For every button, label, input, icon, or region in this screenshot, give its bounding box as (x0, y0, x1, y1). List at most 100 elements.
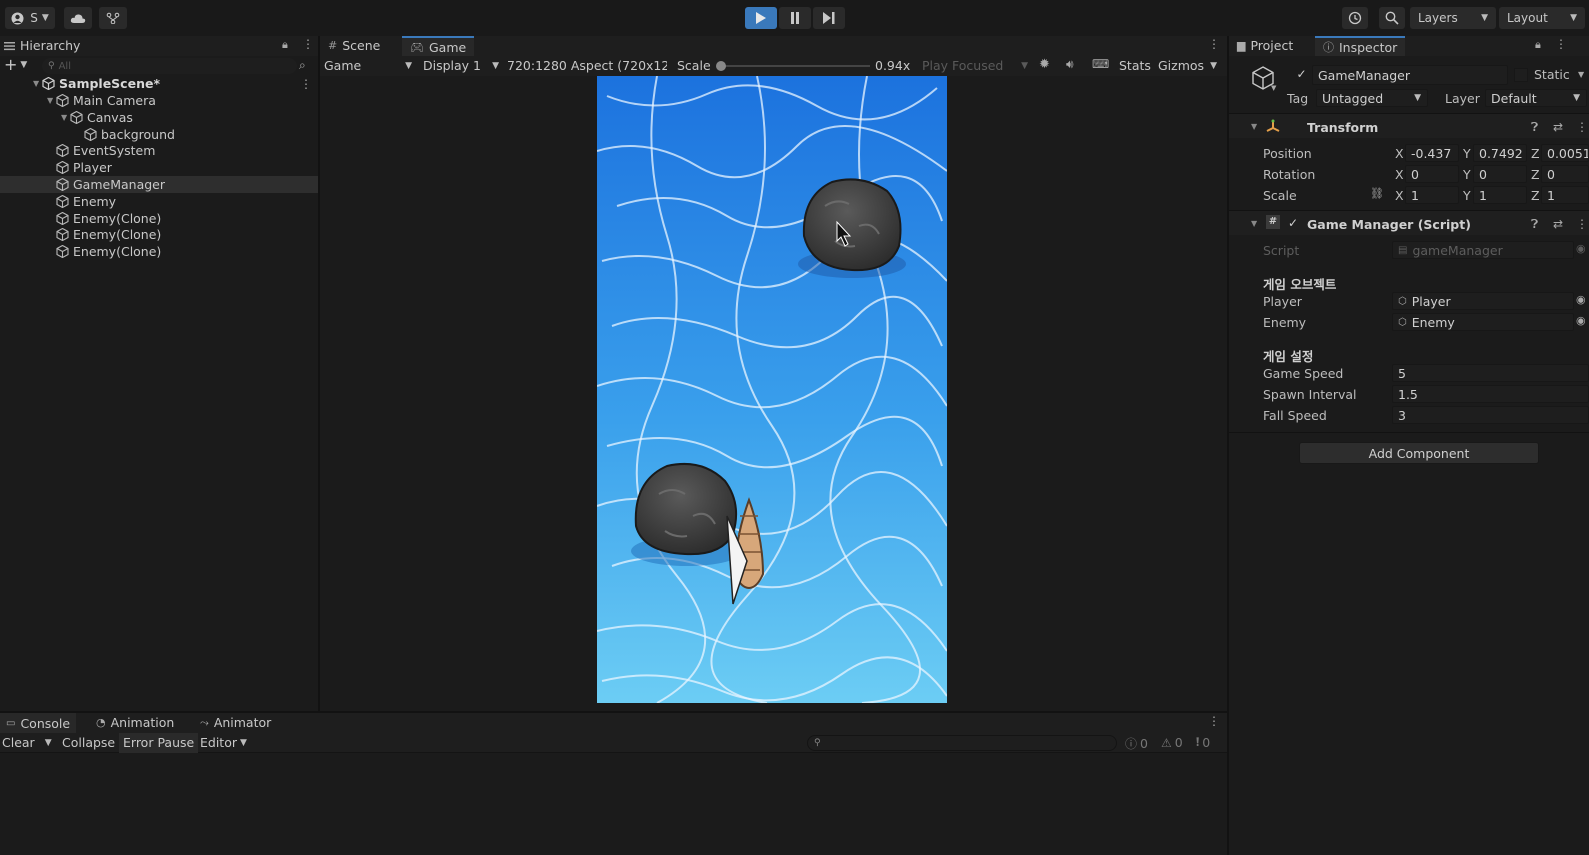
play-focused-dropdown[interactable]: Play Focused ▼ (922, 58, 1028, 73)
more-icon[interactable]: ⋮ (1208, 37, 1220, 51)
hierarchy-item[interactable]: background (0, 126, 318, 143)
tab-console[interactable]: ▭ Console (0, 713, 77, 733)
gizmos-dropdown[interactable]: Gizmos ▼ (1158, 58, 1217, 73)
hierarchy-search-input[interactable]: ⚲ All (42, 58, 297, 74)
cloud-button[interactable] (64, 7, 92, 29)
help-icon[interactable]: ❓︎ (1531, 217, 1538, 232)
more-icon[interactable]: ⋮ (1208, 714, 1220, 728)
chevron-down-icon[interactable]: ▼ (1578, 70, 1584, 79)
help-icon[interactable]: ❓︎ (1531, 120, 1538, 135)
object-picker-icon[interactable]: ◉ (1576, 314, 1586, 327)
tab-game[interactable]: 🎮︎ Game (402, 36, 475, 56)
game-mode-dropdown[interactable]: Game ▼ (324, 58, 412, 73)
expand-arrow-icon[interactable]: ▼ (1251, 122, 1257, 131)
create-button[interactable]: + ▼ (4, 57, 28, 73)
component-enabled-checkbox[interactable]: ✓ (1288, 216, 1298, 230)
fall-speed-field[interactable]: 3 (1392, 406, 1589, 424)
active-checkbox[interactable]: ✓ (1294, 67, 1309, 82)
aspect-dropdown[interactable]: 720:1280 Aspect (720x12 ▼ (507, 58, 667, 73)
lock-icon[interactable]: 🔒︎ (1535, 38, 1541, 52)
clear-button[interactable]: Clear ▼ (2, 735, 52, 750)
cloud-icon (70, 13, 86, 23)
chevron-down-icon: ▼ (20, 60, 28, 70)
hierarchy-item[interactable]: GameManager (0, 176, 318, 193)
position-x-field[interactable]: -0.437 (1405, 144, 1459, 162)
hierarchy-item[interactable]: ▼ Main Camera (0, 92, 318, 109)
constrain-proportions-icon[interactable]: ⛓︎ (1370, 187, 1384, 200)
rotation-x-field[interactable]: 0 (1405, 165, 1459, 183)
add-component-button[interactable]: Add Component (1299, 442, 1539, 464)
expand-arrow-icon[interactable]: ▼ (61, 113, 70, 122)
scale-slider[interactable] (716, 61, 870, 71)
position-y-field[interactable]: 0.7492 (1473, 144, 1527, 162)
tab-animator[interactable]: ⤳ Animator (200, 715, 271, 730)
expand-arrow-icon[interactable]: ▼ (1251, 219, 1257, 228)
hierarchy-item[interactable]: Enemy(Clone) (0, 243, 318, 260)
tab-project[interactable]: ▆ Project (1237, 38, 1293, 53)
static-checkbox[interactable] (1514, 68, 1528, 82)
tab-hierarchy[interactable]: Hierarchy (4, 38, 80, 53)
error-pause-button[interactable]: Error Pause (119, 733, 199, 753)
game-viewport[interactable] (597, 76, 947, 703)
collab-button[interactable] (99, 7, 127, 29)
more-icon[interactable]: ⋮ (1555, 37, 1567, 51)
game-speed-field[interactable]: 5 (1392, 364, 1589, 382)
spawn-interval-field[interactable]: 1.5 (1392, 385, 1589, 403)
scene-root[interactable]: ▼ SampleScene* ⋮ (0, 75, 318, 92)
layer-dropdown[interactable]: Default ▼ (1485, 89, 1587, 107)
scale-z-field[interactable]: 1 (1541, 186, 1589, 204)
player-field[interactable]: ⬡ Player (1392, 292, 1574, 310)
search-button[interactable] (1379, 7, 1405, 29)
undo-history-button[interactable] (1342, 7, 1368, 29)
lock-icon[interactable]: 🔒︎ (282, 38, 288, 52)
display-dropdown[interactable]: Display 1 ▼ (423, 58, 499, 73)
scale-slider-handle[interactable] (716, 61, 726, 71)
warning-count-toggle[interactable]: ⚠ 0 (1161, 735, 1183, 750)
hierarchy-item[interactable]: Enemy(Clone) (0, 226, 318, 243)
log-count-toggle[interactable]: ⓘ 0 (1125, 735, 1148, 752)
collapse-button[interactable]: Collapse (62, 735, 115, 750)
keyboard-icon[interactable]: ⌨ (1092, 57, 1109, 71)
history-icon (1348, 11, 1362, 25)
gameobject-icon (56, 178, 69, 191)
preset-icon[interactable]: ⇄ (1553, 217, 1563, 231)
step-button[interactable] (813, 7, 845, 29)
stats-button[interactable]: Stats (1119, 58, 1151, 73)
position-z-field[interactable]: 0.0051 (1541, 144, 1589, 162)
play-button[interactable] (745, 7, 777, 29)
scale-x-field[interactable]: 1 (1405, 186, 1459, 204)
preset-icon[interactable]: ⇄ (1553, 120, 1563, 134)
more-icon[interactable]: ⋮ (300, 77, 312, 91)
more-icon[interactable]: ⋮ (302, 37, 314, 51)
chevron-down-icon[interactable]: ▼ (1271, 84, 1276, 92)
rotation-z-field[interactable]: 0 (1541, 165, 1589, 183)
scene-search-icon[interactable]: ⌕ (299, 58, 306, 73)
object-name-field[interactable]: GameManager (1312, 65, 1508, 85)
console-search-input[interactable]: ⚲ (807, 735, 1117, 751)
tab-scene[interactable]: # Scene (328, 38, 380, 53)
more-icon[interactable]: ⋮ (1576, 120, 1588, 134)
tab-animation[interactable]: ◔ Animation (96, 715, 174, 730)
bug-icon[interactable]: ✹ (1039, 57, 1050, 72)
enemy-field[interactable]: ⬡ Enemy (1392, 313, 1574, 331)
layout-dropdown[interactable]: Layout ▼ (1499, 7, 1585, 29)
expand-arrow-icon[interactable]: ▼ (47, 96, 56, 105)
hierarchy-item[interactable]: EventSystem (0, 142, 318, 159)
tab-inspector[interactable]: ⓘ Inspector (1315, 36, 1406, 56)
account-button[interactable]: S ▼ (5, 7, 55, 29)
pause-button[interactable] (779, 7, 811, 29)
hierarchy-item[interactable]: Player (0, 159, 318, 176)
scale-y-field[interactable]: 1 (1473, 186, 1527, 204)
rotation-y-field[interactable]: 0 (1473, 165, 1527, 183)
tag-dropdown[interactable]: Untagged ▼ (1316, 89, 1428, 107)
editor-dropdown[interactable]: Editor ▼ (200, 735, 247, 750)
hierarchy-item[interactable]: ▼ Canvas (0, 109, 318, 126)
layers-dropdown[interactable]: Layers ▼ (1410, 7, 1496, 29)
audio-icon[interactable]: 🔊︎ (1066, 57, 1074, 72)
hierarchy-item[interactable]: Enemy (0, 193, 318, 210)
game-speed-value: 5 (1398, 365, 1406, 381)
error-count-toggle[interactable]: ❗︎ 0 (1196, 735, 1210, 750)
more-icon[interactable]: ⋮ (1576, 217, 1588, 231)
hierarchy-item[interactable]: Enemy(Clone) (0, 210, 318, 227)
object-picker-icon[interactable]: ◉ (1576, 293, 1586, 306)
